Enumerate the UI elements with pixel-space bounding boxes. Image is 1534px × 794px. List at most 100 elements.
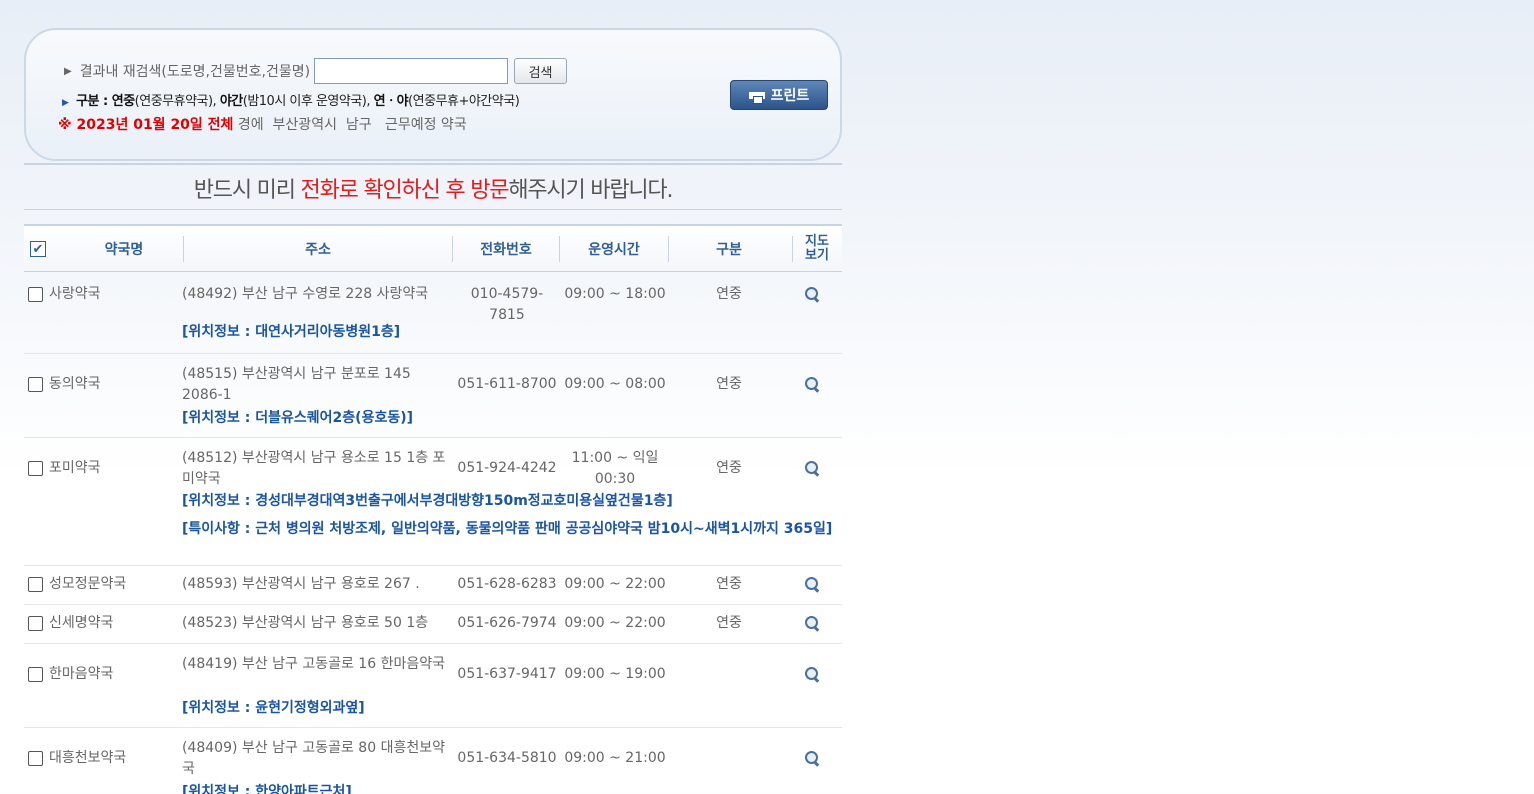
pharmacy-address: (48523) 부산광역시 남구 용호로 50 1층	[182, 615, 429, 631]
pharmacy-name-cell: 사랑약국	[28, 284, 101, 305]
pharmacy-address: (48593) 부산광역시 남구 용호로 267 .	[182, 576, 420, 592]
map-view-cell	[804, 666, 830, 689]
map-search-icon[interactable]	[804, 576, 820, 592]
print-button[interactable]: 프린트	[730, 80, 828, 110]
pharmacy-name-cell: 포미약국	[28, 458, 101, 479]
pharmacy-extra-info: [위치정보 : 더블유스퀘어2층(용호동)]	[182, 410, 414, 426]
header-name: 약국명	[104, 242, 144, 258]
table-row: 대흥천보약국 (48409) 부산 남구 고동골로 80 대흥천보약국 051-63…	[24, 728, 842, 794]
map-view-cell	[804, 750, 830, 773]
legend-desc-night: (밤10시 이후 운영약국),	[242, 94, 374, 109]
notice-highlight: 전화로 확인하신 후 방문	[300, 178, 510, 203]
map-search-icon[interactable]	[804, 666, 820, 682]
pharmacy-extra-info: [위치정보 : 경성대부경대역3번출구에서부경대방향150m정교호미용실옆건물1…	[182, 493, 673, 509]
header-address: 주소	[305, 242, 331, 258]
pharmacy-extra-info: [특이사항 : 근처 병의원 처방조제, 일반의약품, 동물의약품 판매 공공심…	[182, 521, 833, 537]
pharmacy-kind: 연중	[716, 615, 742, 631]
map-view-cell	[804, 376, 830, 399]
search-button[interactable]: 검색	[514, 58, 568, 84]
pharmacy-hours: 09:00 ~ 18:00	[564, 286, 666, 302]
pharmacy-search-page: ▶ 결과내 재검색(도로명,건물번호,건물명) 검색 ▶ 구분 : 연중(연중무…	[24, 28, 842, 794]
pharmacy-address: (48515) 부산광역시 남구 분포로 145 2086-1	[182, 366, 411, 403]
legend-desc-yearround: (연중무휴약국),	[134, 94, 220, 109]
printer-icon	[748, 89, 765, 104]
pharmacy-tel: 010-4579-7815	[470, 286, 544, 323]
select-all-cell: ✔	[28, 226, 48, 272]
legend-key-both: 연ㆍ야	[373, 94, 409, 109]
pharmacy-checkbox[interactable]	[28, 667, 43, 682]
pharmacy-hours: 09:00 ~ 08:00	[564, 376, 666, 392]
research-row: ▶ 결과내 재검색(도로명,건물번호,건물명) 검색	[64, 58, 568, 84]
divider	[24, 209, 842, 210]
map-view-cell	[804, 460, 830, 483]
pharmacy-hours: 11:00 ~ 익일 00:30	[571, 450, 659, 487]
pharmacy-address: (48512) 부산광역시 남구 용소로 15 1층 포미약국	[182, 450, 446, 487]
header-tel: 전화번호	[480, 242, 532, 258]
select-all-checkbox[interactable]: ✔	[30, 241, 46, 257]
table-row: 사랑약국 (48492) 부산 남구 수영로 228 사랑약국 010-4579-7…	[24, 272, 842, 354]
pharmacy-tel: 051-611-8700	[457, 376, 557, 392]
pharmacy-name: 한마음약국	[49, 666, 114, 682]
pharmacy-tel: 051-634-5810	[457, 750, 557, 766]
table-body: 사랑약국 (48492) 부산 남구 수영로 228 사랑약국 010-4579-7…	[24, 272, 842, 794]
map-search-icon[interactable]	[804, 376, 820, 392]
pharmacy-checkbox[interactable]	[28, 751, 43, 766]
research-input[interactable]	[314, 58, 509, 84]
pharmacy-hours: 09:00 ~ 22:00	[564, 615, 666, 631]
pharmacy-extra-info: [위치정보 : 윤현기정형외과옆]	[182, 700, 365, 716]
pharmacy-name: 사랑약국	[49, 286, 101, 302]
category-legend: ▶ 구분 : 연중(연중무휴약국), 야간(밤10시 이후 운영약국), 연ㆍ야…	[62, 90, 520, 109]
header-kind: 구분	[716, 242, 742, 258]
pharmacy-kind: 연중	[716, 376, 742, 392]
pharmacy-kind: 연중	[716, 460, 742, 476]
divider	[24, 163, 842, 165]
pharmacy-table: ✔ 약국명 주소 전화번호 운영시간 구분 지도 보기 사랑약국 (48492) …	[24, 224, 842, 794]
pharmacy-name-cell: 동의약국	[28, 374, 101, 395]
pharmacy-hours: 09:00 ~ 21:00	[564, 750, 666, 766]
pharmacy-address: (48492) 부산 남구 수영로 228 사랑약국	[182, 286, 429, 302]
pharmacy-name: 대흥천보약국	[49, 750, 127, 766]
pharmacy-name-cell: 성모정문약국	[28, 574, 126, 595]
legend-prefix: 구분 :	[76, 94, 112, 109]
date-rest: 경에 부산광역시 남구 근무예정 약국	[233, 117, 467, 133]
pharmacy-address: (48419) 부산 남구 고동골로 16 한마음약국	[182, 656, 445, 672]
map-search-icon[interactable]	[804, 615, 820, 631]
pharmacy-checkbox[interactable]	[28, 377, 43, 392]
pharmacy-address: (48409) 부산 남구 고동골로 80 대흥천보약국	[182, 740, 445, 777]
table-row: 한마음약국 (48419) 부산 남구 고동골로 16 한마음약국 051-637-…	[24, 644, 842, 728]
map-view-cell	[804, 286, 830, 309]
pharmacy-name-cell: 한마음약국	[28, 664, 113, 685]
table-row: 동의약국 (48515) 부산광역시 남구 분포로 145 2086-1 051-6…	[24, 354, 842, 438]
header-map: 지도 보기	[805, 234, 829, 263]
print-button-label: 프린트	[770, 88, 810, 104]
pharmacy-name: 성모정문약국	[49, 576, 127, 592]
pharmacy-name: 포미약국	[49, 460, 101, 476]
triangle-bullet-icon: ▶	[62, 98, 69, 108]
search-panel: ▶ 결과내 재검색(도로명,건물번호,건물명) 검색 ▶ 구분 : 연중(연중무…	[24, 28, 842, 161]
map-search-icon[interactable]	[804, 460, 820, 476]
table-header: ✔ 약국명 주소 전화번호 운영시간 구분 지도 보기	[24, 224, 842, 272]
map-search-icon[interactable]	[804, 286, 820, 302]
map-view-cell	[804, 615, 830, 638]
pharmacy-name-cell: 신세명약국	[28, 613, 113, 634]
pharmacy-extra-info: [위치정보 : 한양아파트근처]	[182, 784, 352, 794]
visit-notice: 반드시 미리 전화로 확인하신 후 방문해주시기 바랍니다.	[24, 172, 842, 204]
pharmacy-checkbox[interactable]	[28, 287, 43, 302]
pharmacy-kind: 연중	[716, 576, 742, 592]
pharmacy-name-cell: 대흥천보약국	[28, 748, 126, 769]
research-label: 결과내 재검색(도로명,건물번호,건물명)	[79, 64, 311, 80]
table-row: 신세명약국 (48523) 부산광역시 남구 용호로 50 1층 051-626-7…	[24, 605, 842, 644]
legend-key-yearround: 연중	[111, 94, 135, 109]
table-row: 성모정문약국 (48593) 부산광역시 남구 용호로 267 . 051-628-…	[24, 566, 842, 605]
pharmacy-checkbox[interactable]	[28, 616, 43, 631]
map-view-cell	[804, 576, 830, 599]
pharmacy-name: 동의약국	[49, 376, 101, 392]
pharmacy-checkbox[interactable]	[28, 461, 43, 476]
pharmacy-extra-info: [위치정보 : 대연사거리아동병원1층]	[182, 324, 401, 340]
pharmacy-tel: 051-628-6283	[457, 576, 557, 592]
pharmacy-checkbox[interactable]	[28, 577, 43, 592]
map-search-icon[interactable]	[804, 750, 820, 766]
header-hours: 운영시간	[588, 242, 640, 258]
triangle-bullet-icon: ▶	[64, 65, 72, 77]
pharmacy-tel: 051-637-9417	[457, 666, 557, 682]
